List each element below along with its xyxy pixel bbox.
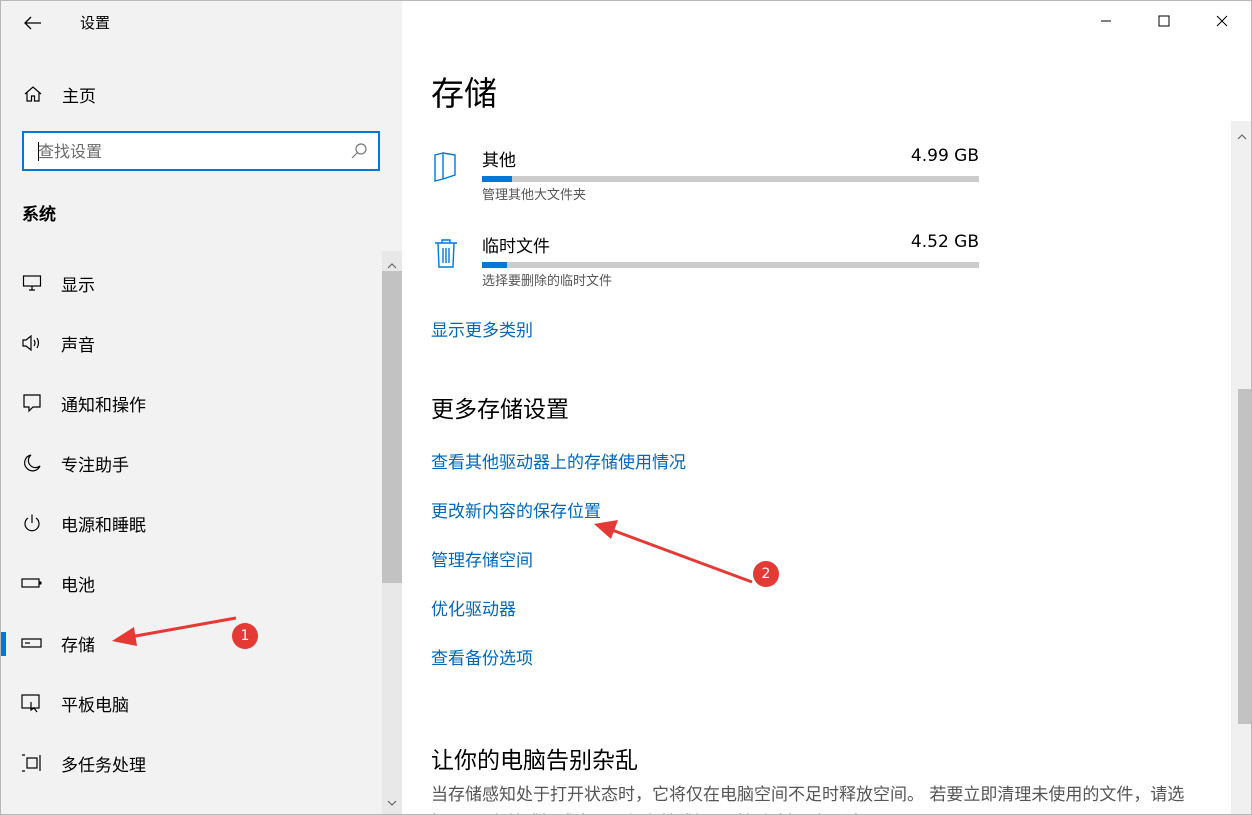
sidebar-item-display[interactable]: 显示 [1,258,381,308]
main-content: 存储 其他 4.99 GB 管理其他大文件夹 临时文件 4.52 GB 选择要删… [402,1,1251,814]
minimize-icon [1101,20,1111,22]
sidebar-item-sound[interactable]: 声音 [1,318,381,368]
settings-window: 设置 主页 系统 显示 声音 [0,0,1252,815]
view-backup-options-link[interactable]: 查看备份选项 [431,644,533,669]
storage-icon [20,637,44,649]
annotation-badge-1: 1 [232,623,258,649]
sidebar: 设置 主页 系统 显示 声音 [1,1,402,814]
sidebar-item-power-sleep[interactable]: 电源和睡眠 [1,498,381,548]
storage-item-size: 4.52 GB [910,232,979,252]
sidebar-item-notifications[interactable]: 通知和操作 [1,378,381,428]
app-title: 设置 [80,14,111,32]
home-icon [21,84,45,104]
sidebar-item-label: 声音 [61,335,95,356]
minimize-button[interactable] [1077,1,1135,41]
back-arrow-icon [24,16,41,30]
sidebar-item-label: 专注助手 [61,455,129,476]
declutter-description: 当存储感知处于打开状态时，它将仅在电脑空间不足时释放空间。 若要立即清理未使用的… [431,785,1185,814]
sidebar-item-label: 多任务处理 [61,755,146,776]
search-input[interactable] [24,133,338,169]
sidebar-item-label: 电池 [61,575,95,596]
power-icon [20,513,44,533]
change-save-location-link[interactable]: 更改新内容的保存位置 [431,497,601,522]
close-button[interactable] [1193,1,1251,41]
sidebar-item-battery[interactable]: 电池 [1,558,381,608]
sidebar-scrollbar[interactable] [382,251,402,814]
trash-icon [431,236,461,270]
more-storage-settings-heading: 更多存储设置 [431,397,569,423]
manage-storage-spaces-link[interactable]: 管理存储空间 [431,546,533,571]
chevron-up-icon[interactable] [1237,125,1247,144]
multitask-icon [20,753,44,773]
folder-icon [431,150,461,184]
moon-icon [20,453,44,473]
back-button[interactable] [19,9,47,37]
monitor-icon [20,274,44,292]
sidebar-item-focus-assist[interactable]: 专注助手 [1,438,381,488]
search-box[interactable] [22,131,380,171]
sidebar-item-storage[interactable]: 存储 [1,618,381,668]
sidebar-item-label: 存储 [61,635,95,656]
sidebar-item-multitasking[interactable]: 多任务处理 [1,738,381,788]
sidebar-item-label: 平板电脑 [61,695,129,716]
chevron-down-icon[interactable] [387,792,397,811]
storage-usage-bar [482,262,979,268]
storage-usage-bar [482,176,979,182]
annotation-badge-2: 2 [753,561,779,587]
maximize-icon [1158,15,1170,27]
sidebar-scroll-thumb[interactable] [382,271,402,583]
tablet-icon [20,693,44,713]
sidebar-item-label: 电源和睡眠 [61,515,146,536]
optimize-drives-link[interactable]: 优化驱动器 [431,595,516,620]
maximize-button[interactable] [1135,1,1193,41]
storage-item-description: 管理其他大文件夹 [482,188,587,203]
speaker-icon [20,334,44,352]
storage-usage-fill [482,262,507,268]
close-icon [1216,15,1228,27]
storage-item-name: 其他 [482,151,516,171]
storage-item-description: 选择要删除的临时文件 [482,274,613,289]
window-caption-buttons [1077,1,1251,41]
storage-item-name: 临时文件 [482,237,550,257]
sidebar-item-label: 显示 [61,275,95,296]
page-title: 存储 [431,74,497,113]
sidebar-item-label: 通知和操作 [61,395,146,416]
sidebar-item-tablet[interactable]: 平板电脑 [1,678,381,728]
text-cursor [38,142,39,161]
search-icon[interactable] [350,142,368,164]
storage-usage-fill [482,176,512,182]
home-label: 主页 [62,86,96,107]
main-scroll-thumb[interactable] [1238,389,1251,724]
main-scrollbar[interactable] [1231,121,1251,814]
declutter-heading: 让你的电脑告别杂乱 [431,748,638,774]
view-other-drives-link[interactable]: 查看其他驱动器上的存储使用情况 [431,448,686,473]
show-more-categories-link[interactable]: 显示更多类别 [431,316,533,341]
section-heading-system: 系统 [22,205,56,225]
storage-item-temp-files[interactable]: 临时文件 4.52 GB 选择要删除的临时文件 [431,232,991,296]
notification-icon [20,393,44,413]
storage-item-other[interactable]: 其他 4.99 GB 管理其他大文件夹 [431,146,991,210]
storage-item-size: 4.99 GB [910,146,979,166]
sidebar-item-home[interactable]: 主页 [1,77,381,111]
battery-icon [20,577,44,589]
